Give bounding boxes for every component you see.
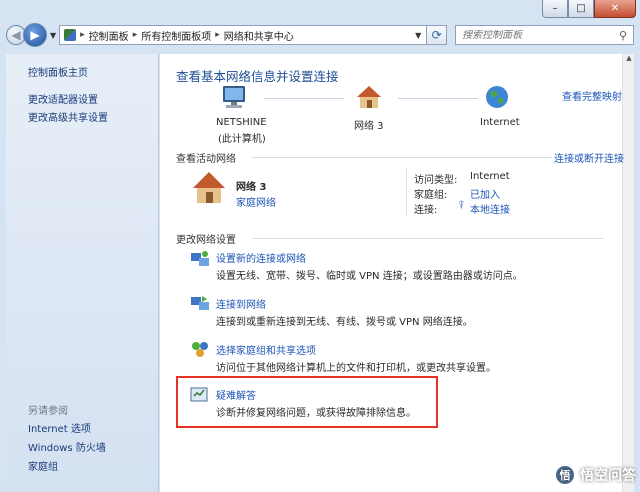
breadcrumb-separator[interactable]: ▸ xyxy=(133,30,138,40)
sidebar-item-advanced-sharing[interactable]: 更改高级共享设置 xyxy=(28,109,108,124)
address-dropdown-icon[interactable]: ▼ xyxy=(410,31,426,40)
task-troubleshoot-link[interactable]: 疑难解答 xyxy=(216,387,256,402)
page-title: 查看基本网络信息并设置连接 xyxy=(176,69,339,84)
task-homegroup-link[interactable]: 选择家庭组和共享选项 xyxy=(216,342,316,357)
search-box[interactable]: ⚲ xyxy=(455,25,634,45)
scroll-up-icon[interactable]: ▲ xyxy=(623,54,635,66)
troubleshoot-icon xyxy=(190,387,208,402)
homegroup-link[interactable]: 已加入 xyxy=(470,186,500,201)
breadcrumb-network-center[interactable]: 网络和共享中心 xyxy=(224,28,294,43)
divider xyxy=(406,168,407,216)
minimize-button[interactable]: – xyxy=(542,0,568,18)
watermark: 悟 悟空问答 xyxy=(554,464,636,486)
refresh-icon: ⟳ xyxy=(431,28,442,42)
vertical-scrollbar[interactable]: ▲ xyxy=(622,54,634,492)
breadcrumb-all-items[interactable]: 所有控制面板项 xyxy=(141,28,211,43)
network-type-link[interactable]: 家庭网络 xyxy=(236,194,276,209)
homegroup-label: 家庭组: xyxy=(414,190,448,201)
map-line xyxy=(264,98,344,99)
see-also-firewall[interactable]: Windows 防火墙 xyxy=(28,439,106,454)
breadcrumb-separator[interactable]: ▸ xyxy=(80,30,85,40)
globe-icon xyxy=(486,86,508,108)
divider xyxy=(252,157,552,158)
recent-pages-dropdown-icon[interactable]: ▼ xyxy=(50,31,56,40)
new-connection-icon xyxy=(191,251,209,266)
forward-button[interactable]: ▶ xyxy=(23,23,47,47)
breadcrumb-control-panel[interactable]: 控制面板 xyxy=(89,28,129,43)
house-icon xyxy=(357,86,381,108)
task-troubleshoot-desc: 诊断并修复网络问题，或获得故障排除信息。 xyxy=(216,408,416,419)
map-network-label: 网络 3 xyxy=(354,121,384,132)
see-also-homegroup[interactable]: 家庭组 xyxy=(28,458,58,473)
control-panel-icon xyxy=(64,29,77,41)
computer-icon xyxy=(223,86,245,108)
connection-label: 连接: xyxy=(414,205,438,216)
troubleshoot-highlight-box xyxy=(176,376,438,428)
map-line xyxy=(398,98,478,99)
access-type-value: Internet xyxy=(470,171,510,182)
house-icon xyxy=(193,172,225,203)
breadcrumb-separator[interactable]: ▸ xyxy=(215,30,220,40)
map-computer-sublabel: (此计算机) xyxy=(218,134,266,145)
change-settings-heading: 更改网络设置 xyxy=(176,235,236,246)
connect-network-icon xyxy=(191,296,209,310)
map-internet-label: Internet xyxy=(480,117,520,128)
watermark-text: 悟空问答 xyxy=(580,468,636,484)
watermark-logo-icon: 悟 xyxy=(554,464,576,486)
local-connection-link[interactable]: 本地连接 xyxy=(470,201,510,216)
map-computer-label: NETSHINE xyxy=(216,117,267,128)
sidebar: 控制面板主页 更改适配器设置 更改高级共享设置 另请参阅 Internet 选项… xyxy=(6,54,159,492)
forward-arrow-icon: ▶ xyxy=(30,28,40,42)
task-new-connection-link[interactable]: 设置新的连接或网络 xyxy=(216,250,306,265)
navigation-bar: ◀ ▶ ▼ ▸ 控制面板 ▸ 所有控制面板项 ▸ 网络和共享中心 ▼ ⟳ ⚲ xyxy=(6,22,634,48)
connect-disconnect-link[interactable]: 连接或断开连接 xyxy=(554,150,624,165)
view-full-map-link[interactable]: 查看完整映射 xyxy=(562,88,622,103)
active-network-name: 网络 3 xyxy=(236,182,267,193)
see-also-heading: 另请参阅 xyxy=(28,406,68,417)
homegroup-icon xyxy=(192,342,208,357)
ethernet-icon: ⍒ xyxy=(458,199,465,212)
refresh-button[interactable]: ⟳ xyxy=(427,25,448,45)
active-networks-heading: 查看活动网络 xyxy=(176,154,236,165)
sidebar-item-home[interactable]: 控制面板主页 xyxy=(28,64,88,79)
task-homegroup-desc: 访问位于其他网络计算机上的文件和打印机，或更改共享设置。 xyxy=(216,363,496,374)
maximize-button[interactable]: □ xyxy=(568,0,594,18)
task-connect-network-link[interactable]: 连接到网络 xyxy=(216,296,266,311)
task-connect-network-desc: 连接到或重新连接到无线、有线、拨号或 VPN 网络连接。 xyxy=(216,317,473,328)
close-button[interactable]: ✕ xyxy=(594,0,636,18)
search-icon[interactable]: ⚲ xyxy=(613,29,633,42)
task-new-connection-desc: 设置无线、宽带、拨号、临时或 VPN 连接；或设置路由器或访问点。 xyxy=(216,271,523,282)
address-bar[interactable]: ▸ 控制面板 ▸ 所有控制面板项 ▸ 网络和共享中心 ▼ xyxy=(59,25,428,45)
window-controls: – □ ✕ xyxy=(542,0,636,18)
back-arrow-icon: ◀ xyxy=(11,28,21,42)
sidebar-item-adapter-settings[interactable]: 更改适配器设置 xyxy=(28,91,98,106)
see-also-internet-options[interactable]: Internet 选项 xyxy=(28,420,91,435)
main-content: ▲ 查看基本网络信息并设置连接 查看完整映射 NETSHINE (此计算机) 网… xyxy=(160,54,634,492)
access-type-label: 访问类型: xyxy=(414,175,458,186)
divider xyxy=(252,238,604,239)
search-input[interactable] xyxy=(462,29,613,41)
